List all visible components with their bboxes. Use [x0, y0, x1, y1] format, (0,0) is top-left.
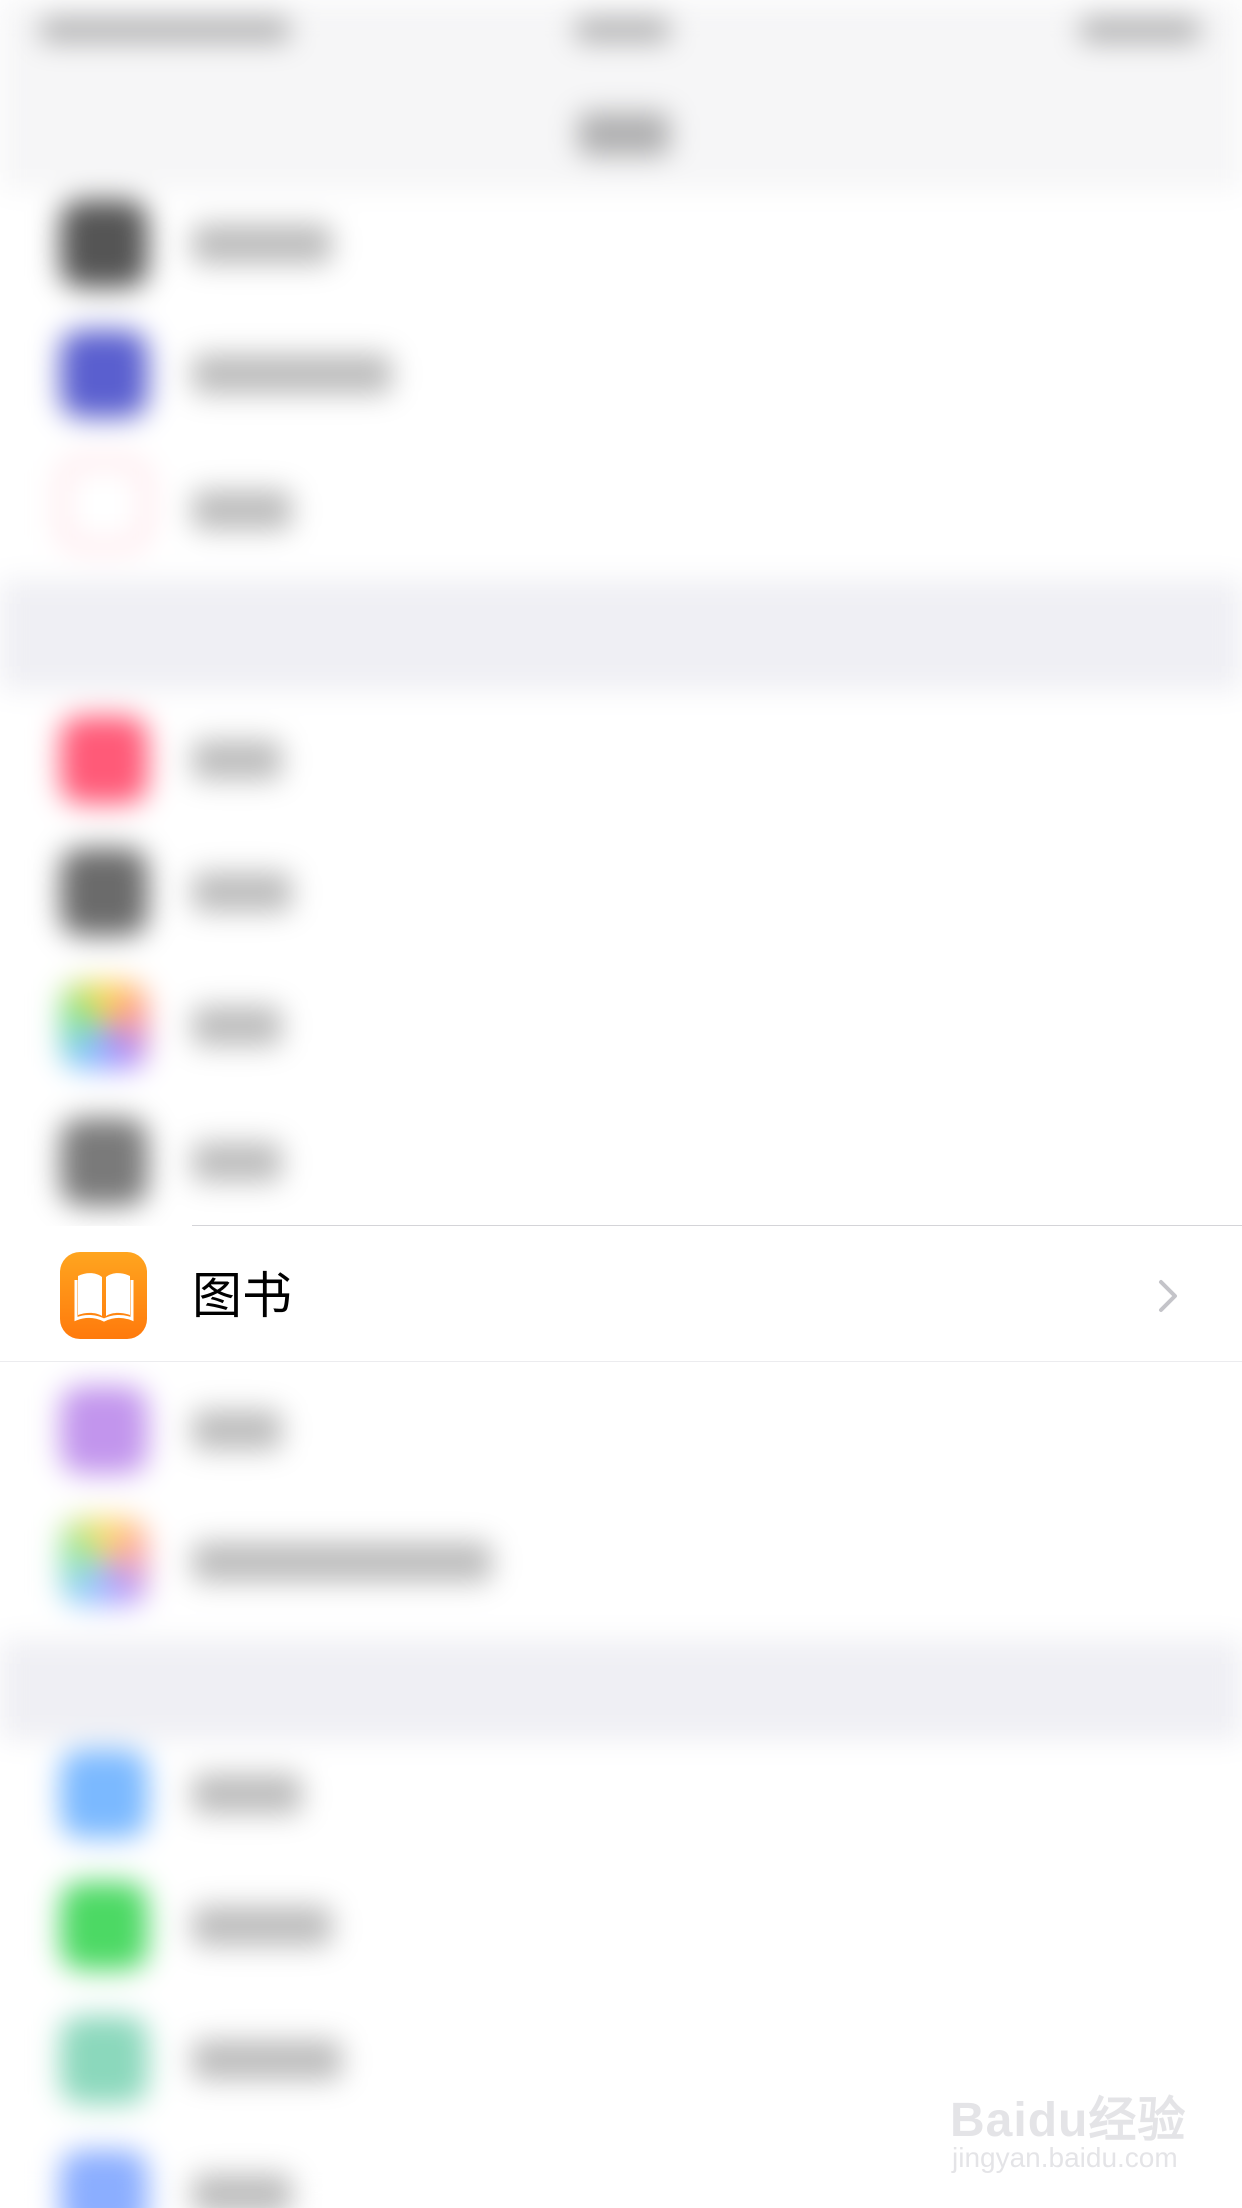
list-item-label — [192, 1142, 282, 1182]
settings-row-label: 图书 — [192, 1267, 292, 1325]
list-item-label — [192, 1774, 302, 1814]
settings-group-2 — [0, 690, 1242, 1640]
list-item-label — [192, 1410, 282, 1450]
list-item-label — [192, 224, 332, 264]
list-item-label — [192, 1006, 282, 1046]
list-item-label — [192, 872, 292, 912]
list-item-label — [192, 1906, 332, 1946]
divider — [0, 1361, 1242, 1362]
app-icon[interactable] — [60, 1118, 148, 1206]
app-icon[interactable] — [60, 2016, 148, 2104]
list-item-label — [192, 354, 392, 394]
app-icon[interactable] — [60, 1386, 148, 1474]
settings-group-1 — [0, 190, 1242, 580]
watermark-text: Baidu经验 — [950, 2094, 1187, 2147]
status-bar-battery — [1080, 18, 1200, 42]
navigation-bar — [0, 60, 1242, 200]
app-icon[interactable] — [60, 460, 148, 548]
group-separator — [0, 580, 1242, 690]
app-icon[interactable] — [60, 1518, 148, 1606]
app-icon[interactable] — [60, 716, 148, 804]
list-item-label — [192, 490, 292, 530]
status-bar — [0, 0, 1242, 60]
chevron-right-icon — [1159, 1280, 1177, 1312]
watermark-logo: Baidu经验 jingyan.baidu.com — [950, 2070, 1190, 2180]
status-bar-time — [575, 18, 670, 42]
app-icon[interactable] — [60, 330, 148, 418]
app-icon[interactable] — [60, 982, 148, 1070]
list-item-label — [192, 1542, 492, 1582]
list-item-label — [192, 2174, 292, 2208]
app-icon[interactable] — [60, 2150, 148, 2208]
blurred-background — [0, 0, 1242, 2208]
app-icon[interactable] — [60, 1882, 148, 1970]
list-item-label — [192, 740, 282, 780]
watermark-url: jingyan.baidu.com — [952, 2142, 1178, 2173]
books-icon[interactable] — [60, 1252, 147, 1339]
group-separator — [0, 1640, 1242, 1740]
status-bar-carrier — [40, 18, 290, 42]
list-item-label — [192, 2040, 342, 2080]
app-icon[interactable] — [60, 848, 148, 936]
settings-screen: 图书 Baidu经验 jingyan.baidu.com — [0, 0, 1242, 2208]
page-title — [578, 112, 670, 156]
settings-row-books[interactable] — [0, 1226, 1242, 1362]
app-icon[interactable] — [60, 1750, 148, 1838]
app-icon[interactable] — [60, 200, 148, 288]
